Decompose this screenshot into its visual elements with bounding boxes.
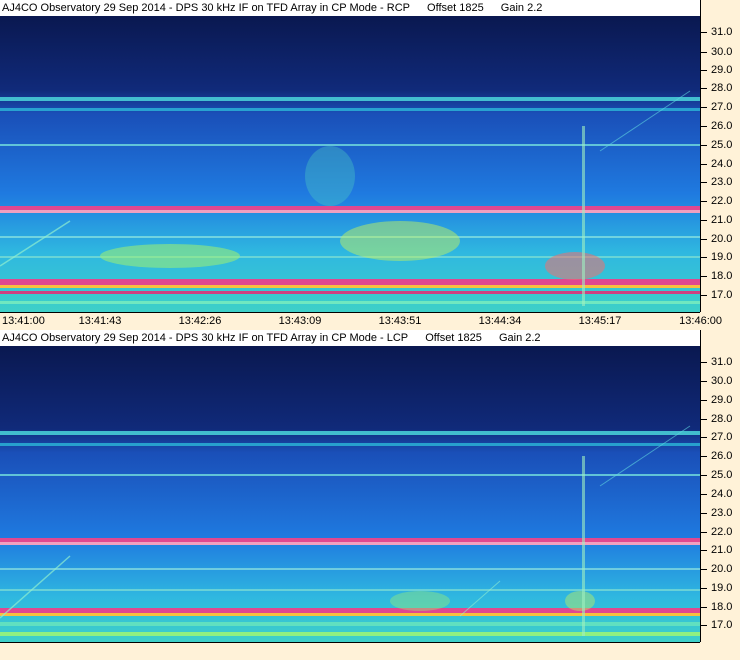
rcp-freq-label: 26.0 [711, 120, 733, 132]
lcp-freq-label: 17.0 [711, 619, 733, 631]
rcp-panel: AJ4CO Observatory 29 Sep 2014 - DPS 30 k… [0, 0, 740, 330]
lcp-freq-label: 23.0 [711, 507, 733, 519]
rcp-offset: Offset 1825 [427, 2, 484, 14]
lcp-frequency-axis: 31.0 30.0 29.0 28.0 27.0 26.0 25.0 24.0 … [700, 330, 740, 642]
lcp-freq-label: 18.0 [711, 601, 733, 613]
rcp-freq-label: 25.0 [711, 139, 733, 151]
rcp-freq-label: 28.0 [711, 82, 733, 94]
rcp-time-label: 13:43:51 [378, 315, 422, 327]
lcp-spectrogram[interactable] [0, 346, 700, 642]
rcp-freq-label: 29.0 [711, 64, 733, 76]
rcp-freq-label: 27.0 [711, 101, 733, 113]
rcp-freq-label: 19.0 [711, 251, 733, 263]
rcp-time-label: 13:46:00 [679, 315, 722, 327]
rcp-time-label: 13:45:17 [578, 315, 622, 327]
rcp-freq-label: 20.0 [711, 233, 733, 245]
rcp-freq-label: 30.0 [711, 46, 733, 58]
lcp-title: AJ4CO Observatory 29 Sep 2014 - DPS 30 k… [2, 332, 409, 344]
lcp-offset: Offset 1825 [425, 332, 482, 344]
rcp-title-bar: AJ4CO Observatory 29 Sep 2014 - DPS 30 k… [0, 0, 702, 16]
lcp-freq-label: 20.0 [711, 563, 733, 575]
rcp-time-label: 13:44:34 [478, 315, 522, 327]
lcp-freq-label: 29.0 [711, 394, 733, 406]
rcp-title: AJ4CO Observatory 29 Sep 2014 - DPS 30 k… [2, 2, 410, 14]
rcp-freq-label: 23.0 [711, 176, 733, 188]
rcp-gain: Gain 2.2 [500, 2, 543, 14]
rcp-freq-label: 18.0 [711, 270, 733, 282]
lcp-freq-label: 19.0 [711, 582, 733, 594]
rcp-time-label: 13:41:43 [78, 315, 122, 327]
rcp-freq-label: 17.0 [711, 289, 733, 301]
lcp-freq-label: 27.0 [711, 431, 733, 443]
lcp-freq-label: 21.0 [711, 544, 733, 556]
rcp-time-label: 13:41:00 [2, 315, 45, 327]
lcp-freq-label: 28.0 [711, 413, 733, 425]
lcp-panel: AJ4CO Observatory 29 Sep 2014 - DPS 30 k… [0, 330, 740, 660]
lcp-freq-label: 22.0 [711, 526, 733, 538]
rcp-freq-label: 22.0 [711, 195, 733, 207]
rcp-freq-label: 24.0 [711, 158, 733, 170]
lcp-freq-label: 30.0 [711, 375, 733, 387]
lcp-freq-label: 31.0 [711, 356, 733, 368]
rcp-spectrogram[interactable] [0, 16, 700, 312]
lcp-gain: Gain 2.2 [498, 332, 541, 344]
rcp-freq-label: 31.0 [711, 26, 733, 38]
lcp-title-bar: AJ4CO Observatory 29 Sep 2014 - DPS 30 k… [0, 330, 702, 346]
rcp-time-label: 13:43:09 [278, 315, 322, 327]
lcp-freq-label: 25.0 [711, 469, 733, 481]
rcp-freq-label: 21.0 [711, 214, 733, 226]
lcp-freq-label: 24.0 [711, 488, 733, 500]
lcp-time-axis [0, 642, 700, 660]
rcp-spectrogram-image [0, 16, 700, 312]
rcp-time-axis: 13:41:00 13:41:43 13:42:26 13:43:09 13:4… [0, 312, 722, 330]
lcp-spectrogram-image [0, 346, 700, 642]
rcp-frequency-axis: 31.0 30.0 29.0 28.0 27.0 26.0 25.0 24.0 … [700, 0, 740, 312]
lcp-freq-label: 26.0 [711, 450, 733, 462]
rcp-time-label: 13:42:26 [178, 315, 222, 327]
